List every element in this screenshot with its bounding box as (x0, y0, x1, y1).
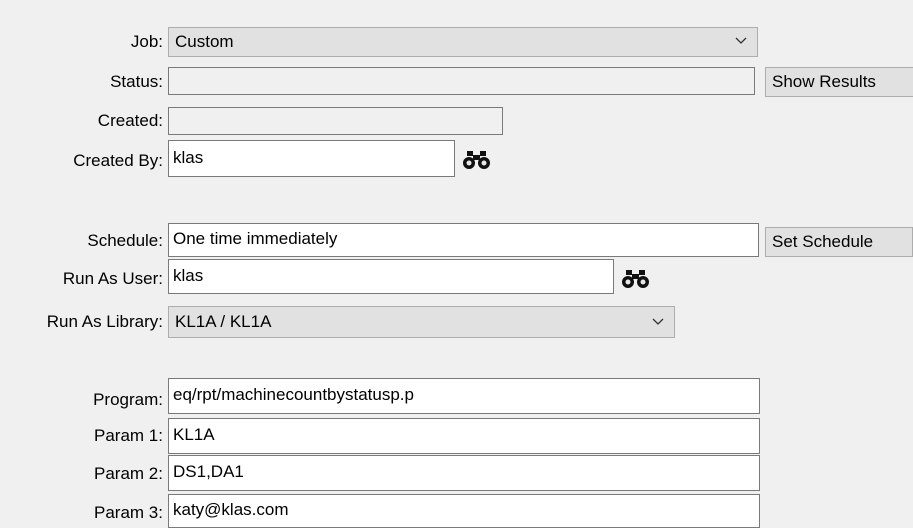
chevron-down-icon (735, 37, 747, 44)
run-as-library-value: KL1A / KL1A (175, 312, 272, 331)
binoculars-icon (463, 151, 490, 169)
param1-input[interactable]: KL1A (168, 418, 760, 454)
run-as-library-combobox[interactable]: KL1A / KL1A (168, 306, 675, 338)
param3-input[interactable]: katy@klas.com (168, 494, 760, 528)
param3-label: Param 3: (94, 503, 163, 522)
created-field (168, 107, 503, 135)
param2-label: Param 2: (94, 464, 163, 483)
program-label: Program: (93, 390, 163, 409)
schedule-label: Schedule: (87, 231, 163, 250)
param2-input[interactable]: DS1,DA1 (168, 455, 760, 491)
created-by-input[interactable]: klas (168, 140, 455, 177)
show-results-button[interactable]: Show Results (765, 67, 913, 97)
program-input[interactable]: eq/rpt/machinecountbystatusp.p (168, 378, 760, 414)
binoculars-icon (622, 270, 649, 288)
param1-label: Param 1: (94, 426, 163, 445)
created-by-lookup-button[interactable] (457, 144, 497, 176)
job-label: Job: (130, 32, 163, 51)
job-value: Custom (175, 32, 234, 51)
chevron-down-icon (652, 318, 664, 325)
run-as-library-label: Run As Library: (46, 312, 163, 331)
status-label: Status: (110, 72, 163, 91)
status-field (168, 67, 755, 95)
set-schedule-button[interactable]: Set Schedule (765, 227, 913, 257)
run-as-user-input[interactable]: klas (168, 259, 614, 294)
run-as-user-label: Run As User: (62, 269, 163, 288)
job-combobox[interactable]: Custom (168, 27, 758, 57)
run-as-user-lookup-button[interactable] (616, 263, 656, 295)
created-label: Created: (97, 111, 163, 130)
schedule-input[interactable]: One time immediately (168, 223, 759, 257)
created-by-label: Created By: (73, 151, 163, 170)
